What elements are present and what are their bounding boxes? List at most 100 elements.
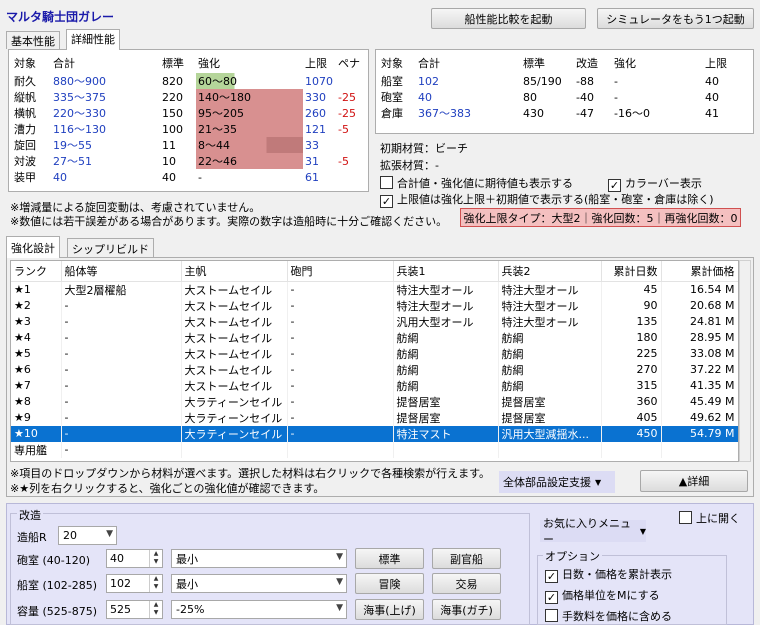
price-cell[interactable] [661, 441, 738, 458]
opt-cumulative-checkbox[interactable]: ✓ [545, 570, 558, 583]
grid-header-days[interactable]: 累計日数 [601, 261, 662, 282]
arm2-cell[interactable]: 特注大型オール [498, 297, 602, 314]
arm1-cell[interactable]: 特注マスト [393, 425, 499, 442]
grid-header-arm2[interactable]: 兵装2 [498, 261, 602, 282]
arm2-cell[interactable]: 特注大型オール [498, 313, 602, 330]
opt-unit-m-checkbox[interactable]: ✓ [545, 591, 558, 604]
grid-header-mainsail[interactable]: 主帆 [181, 261, 288, 282]
detail-button[interactable]: ▲詳細 [640, 470, 748, 492]
grid-header-arm1[interactable]: 兵装1 [393, 261, 499, 282]
table-row[interactable]: ★1 大型2層櫂船 大ストームセイル - 特注大型オール 特注大型オール 45 16.54 M [11, 281, 738, 298]
rank-cell[interactable]: ★1 [11, 281, 62, 298]
table-row[interactable]: ★10- 大ラティーンセイル - 特注マスト 汎用大型減揺水... 450 54.79 M [11, 425, 738, 442]
mod-preset-button-a[interactable]: 海事(上げ) [355, 599, 424, 620]
compare-button[interactable]: 船性能比較を起動 [431, 8, 586, 29]
rank-cell[interactable]: 専用艦 [11, 441, 62, 458]
table-row[interactable]: ★8- 大ラティーンセイル - 提督居室 提督居室 360 45.49 M [11, 393, 738, 410]
days-cell[interactable]: 135 [601, 313, 662, 330]
mainsail-cell[interactable]: 大ラティーンセイル [181, 393, 288, 410]
table-row[interactable]: ★5- 大ストームセイル - 舫綱 舫綱 225 33.08 M [11, 345, 738, 362]
arm1-cell[interactable]: 提督居室 [393, 393, 499, 410]
rank-cell[interactable]: ★5 [11, 345, 62, 362]
table-row[interactable]: ★4- 大ストームセイル - 舫綱 舫綱 180 28.95 M [11, 329, 738, 346]
mod-value-input[interactable]: 525 ▲ ▼ [106, 600, 163, 619]
spinner-arrows-icon[interactable]: ▲ ▼ [149, 601, 162, 618]
expect-option[interactable]: 合計値・強化値に期待値も表示する [380, 175, 573, 191]
mod-value-input[interactable]: 40 ▲ ▼ [106, 549, 163, 568]
mainsail-cell[interactable]: 大ストームセイル [181, 329, 288, 346]
hull-cell[interactable]: - [61, 313, 182, 330]
arm1-cell[interactable]: 特注大型オール [393, 297, 499, 314]
mainsail-cell[interactable]: 大ストームセイル [181, 313, 288, 330]
rank-cell[interactable]: ★10 [11, 425, 62, 442]
price-cell[interactable]: 54.79 M [661, 425, 738, 442]
grid-header-price[interactable]: 累計価格 [661, 261, 738, 282]
rank-cell[interactable]: ★6 [11, 361, 62, 378]
arm1-cell[interactable]: 舫綱 [393, 361, 499, 378]
gunport-cell[interactable]: - [287, 297, 394, 314]
days-cell[interactable]: 45 [601, 281, 662, 298]
gunport-cell[interactable]: - [287, 393, 394, 410]
table-row[interactable]: ★6- 大ストームセイル - 舫綱 舫綱 270 37.22 M [11, 361, 738, 378]
arm2-cell[interactable]: 舫綱 [498, 377, 602, 394]
days-cell[interactable]: 225 [601, 345, 662, 362]
days-cell[interactable]: 270 [601, 361, 662, 378]
gunport-cell[interactable]: - [287, 409, 394, 426]
hull-cell[interactable]: - [61, 425, 182, 442]
price-cell[interactable]: 16.54 M [661, 281, 738, 298]
rank-cell[interactable]: ★3 [11, 313, 62, 330]
mainsail-cell[interactable] [181, 441, 288, 458]
arm1-cell[interactable]: 舫綱 [393, 345, 499, 362]
capmode-option[interactable]: ✓ 上限値は強化上限＋初期値で表示する(船室・砲室・倉庫は除く) [380, 191, 714, 208]
mainsail-cell[interactable]: 大ラティーンセイル [181, 409, 288, 426]
mod-preset-button-b[interactable]: 交易 [432, 573, 501, 594]
rank-cell[interactable]: ★9 [11, 409, 62, 426]
top-open-option[interactable]: 上に開く [679, 510, 740, 526]
mainsail-cell[interactable]: 大ストームセイル [181, 377, 288, 394]
opt-fee-checkbox[interactable] [545, 609, 558, 622]
grid-header-rank[interactable]: ランク [11, 261, 62, 282]
support-button[interactable]: 全体部品設定支援 ▼ [499, 471, 615, 493]
days-cell[interactable]: 450 [601, 425, 662, 442]
table-row[interactable]: 専用艦 - [11, 441, 738, 458]
price-cell[interactable]: 45.49 M [661, 393, 738, 410]
mainsail-cell[interactable]: 大ラティーンセイル [181, 425, 288, 442]
arm2-cell[interactable]: 特注大型オール [498, 281, 602, 298]
days-cell[interactable]: 90 [601, 297, 662, 314]
table-row[interactable]: ★7- 大ストームセイル - 舫綱 舫綱 315 41.35 M [11, 377, 738, 394]
hull-cell[interactable]: - [61, 377, 182, 394]
gunport-cell[interactable]: - [287, 281, 394, 298]
gunport-cell[interactable]: - [287, 345, 394, 362]
arm2-cell[interactable]: 提督居室 [498, 409, 602, 426]
table-row[interactable]: ★9- 大ラティーンセイル - 提督居室 提督居室 405 49.62 M [11, 409, 738, 426]
capmode-checkbox[interactable]: ✓ [380, 195, 393, 208]
mainsail-cell[interactable]: 大ストームセイル [181, 361, 288, 378]
gunport-cell[interactable]: - [287, 361, 394, 378]
tab-ship-rebuild[interactable]: シップリビルド [67, 238, 154, 257]
opt-cumulative[interactable]: ✓ 日数・価格を累計表示 [545, 566, 672, 583]
tab-basic-perf[interactable]: 基本性能 [6, 31, 60, 49]
fav-menu-button[interactable]: お気に入りメニュー ▼ [540, 517, 646, 546]
arm2-cell[interactable]: 舫綱 [498, 329, 602, 346]
arm2-cell[interactable]: 舫綱 [498, 345, 602, 362]
arm1-cell[interactable]: 舫綱 [393, 377, 499, 394]
grid-scrollbar[interactable] [739, 260, 751, 462]
rank-cell[interactable]: ★4 [11, 329, 62, 346]
rank-cell[interactable]: ★7 [11, 377, 62, 394]
arm2-cell[interactable]: 提督居室 [498, 393, 602, 410]
hull-cell[interactable]: - [61, 361, 182, 378]
spinner-arrows-icon[interactable]: ▲ ▼ [149, 575, 162, 592]
arm1-cell[interactable]: 提督居室 [393, 409, 499, 426]
expect-checkbox[interactable] [380, 176, 393, 189]
arm2-cell[interactable]: 舫綱 [498, 361, 602, 378]
colorbar-option[interactable]: ✓ カラーバー表示 [608, 175, 702, 192]
days-cell[interactable]: 180 [601, 329, 662, 346]
hull-cell[interactable]: - [61, 393, 182, 410]
mod-preset-button-a[interactable]: 冒険 [355, 573, 424, 594]
mod-preset-button-b[interactable]: 副官船 [432, 548, 501, 569]
days-cell[interactable]: 315 [601, 377, 662, 394]
arm1-cell[interactable] [393, 441, 499, 458]
days-cell[interactable]: 405 [601, 409, 662, 426]
mainsail-cell[interactable]: 大ストームセイル [181, 297, 288, 314]
arm1-cell[interactable]: 特注大型オール [393, 281, 499, 298]
